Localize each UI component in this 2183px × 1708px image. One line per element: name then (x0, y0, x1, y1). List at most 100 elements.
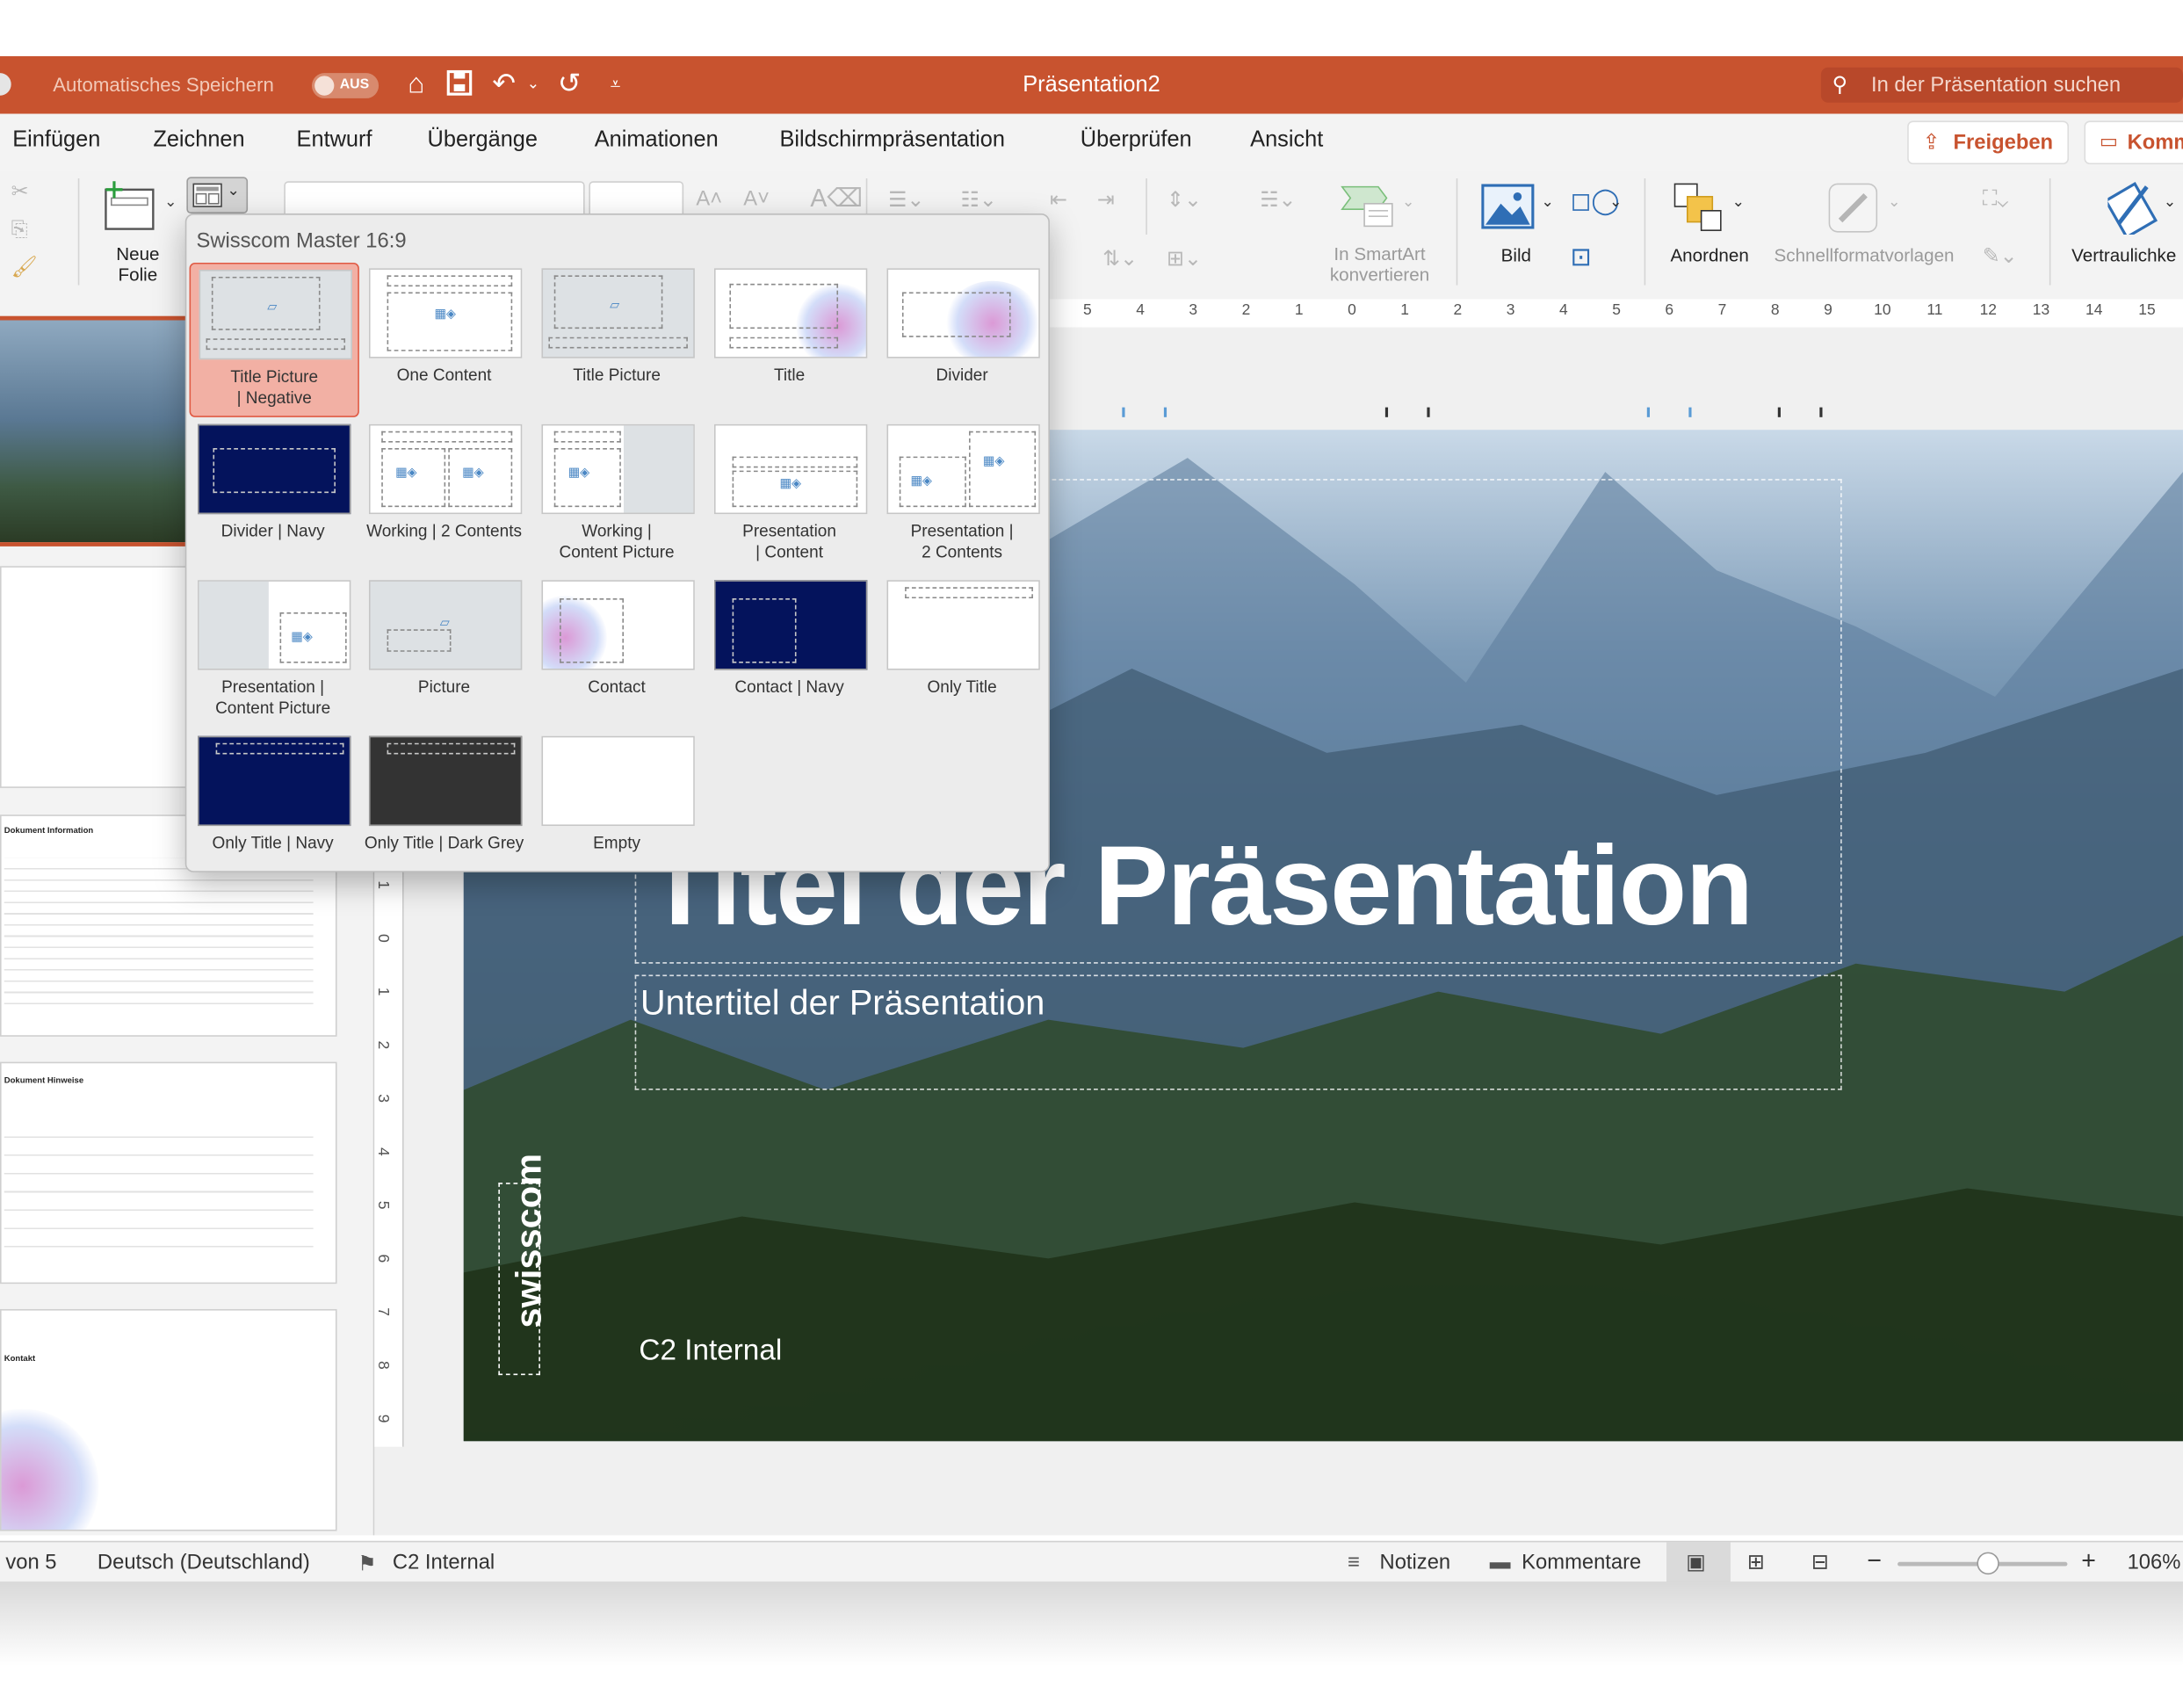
quickstyles-chevron-icon[interactable]: ⌄ (1888, 192, 1901, 211)
decrease-indent-icon[interactable]: ⇤ (1050, 187, 1067, 212)
layout-title-picture-negative[interactable]: ▱ Title Picture | Negative (189, 262, 359, 417)
layout-title-picture[interactable]: ▱ Title Picture (533, 263, 700, 415)
slide-classification[interactable]: C2 Internal (639, 1335, 782, 1368)
horizontal-ruler[interactable]: 5 4 3 2 1 0 1 2 3 4 5 6 7 8 9 10 11 12 1… (1046, 299, 2183, 329)
smartart-chevron-icon[interactable]: ⌄ (1402, 192, 1415, 211)
layout-working-2-contents[interactable]: ▦◈ ▦◈ Working | 2 Contents (360, 418, 527, 570)
line-spacing-icon[interactable]: ⇕⌄ (1167, 187, 1202, 212)
increase-font-icon[interactable]: A˄ (696, 187, 722, 211)
customize-toolbar-icon[interactable]: ⩡ (600, 69, 631, 99)
new-slide-chevron-icon[interactable]: ⌄ (164, 192, 177, 211)
arrange-icon[interactable] (1673, 183, 1726, 234)
layout-presentation-2-contents[interactable]: ▦◈ ▦◈ Presentation | 2 Contents (878, 418, 1045, 570)
autosave-toggle[interactable]: AUS (311, 73, 379, 98)
format-painter-icon[interactable]: 🖌 (11, 254, 38, 279)
tab-entwurf[interactable]: Entwurf (297, 127, 372, 153)
tab-zeichnen[interactable]: Zeichnen (153, 127, 244, 153)
picture-chevron-icon[interactable]: ⌄ (1541, 192, 1554, 211)
numbering-icon[interactable]: ☷⌄ (961, 187, 997, 212)
ruler-tab-marker[interactable] (1163, 407, 1167, 417)
columns-icon[interactable]: ☵⌄ (1260, 187, 1296, 212)
align-text-icon[interactable]: ⊞⌄ (1167, 246, 1202, 271)
search-field[interactable]: ⚲ In der Präsentation suchen (1820, 67, 2183, 103)
picture-icon[interactable] (1481, 184, 1535, 229)
layout-empty[interactable]: Empty (533, 730, 700, 882)
notes-button[interactable]: Notizen (1380, 1551, 1451, 1574)
zoom-level[interactable]: 106% (2128, 1551, 2181, 1574)
bullets-icon[interactable]: ☰⌄ (888, 187, 924, 212)
textbox-icon[interactable]: ⊡ (1571, 243, 1592, 273)
ruler-tab-marker[interactable] (1122, 407, 1125, 417)
layout-working-content-picture[interactable]: ▦◈ Working | Content Picture (533, 418, 700, 570)
vertical-ruler[interactable]: 1 0 1 2 3 4 5 6 7 8 9 (374, 857, 404, 1447)
ruler-tab-marker[interactable] (1646, 407, 1650, 417)
layout-presentation-content[interactable]: ▦◈ Presentation | Content (705, 418, 872, 570)
comments-status-icon[interactable]: ▬ (1490, 1551, 1511, 1574)
undo-icon[interactable]: ↶ (488, 69, 519, 99)
quickstyles-icon[interactable] (1826, 181, 1882, 235)
tab-uebergaenge[interactable]: Übergänge (428, 127, 538, 153)
home-icon[interactable]: ⌂ (401, 69, 431, 99)
shape-fill-icon[interactable]: ⛶⌄ (1983, 187, 2008, 211)
language-indicator[interactable]: Deutsch (Deutschland) (98, 1551, 310, 1574)
tab-ansicht[interactable]: Ansicht (1250, 127, 1323, 153)
decrease-font-icon[interactable]: A˅ (743, 187, 770, 211)
text-direction-icon[interactable]: ⇅⌄ (1102, 246, 1138, 271)
sensitivity-chevron-icon[interactable]: ⌄ (2164, 192, 2177, 211)
ruler-tab-marker[interactable] (1777, 407, 1781, 417)
picture-label[interactable]: Bild (1478, 244, 1554, 265)
zoom-in-icon[interactable]: + (2081, 1546, 2096, 1576)
zoom-out-icon[interactable]: − (1867, 1546, 1882, 1576)
layout-only-title[interactable]: Only Title (878, 575, 1045, 727)
layout-contact-navy[interactable]: Contact | Navy (705, 575, 872, 727)
clear-formatting-icon[interactable]: A⌫ (810, 184, 862, 214)
tab-ueberpruefen[interactable]: Überprüfen (1081, 127, 1192, 153)
presenter-view-button[interactable]: ⊟ (1795, 1542, 1859, 1584)
tab-bildschirmpraesentation[interactable]: Bildschirmpräsentation (779, 127, 1005, 153)
slide-thumbnail-4[interactable]: Dokument Hinweise (0, 1061, 337, 1285)
smartart-label[interactable]: In SmartArt konvertieren (1312, 243, 1448, 286)
layout-title[interactable]: Title (705, 263, 872, 415)
comments-button[interactable]: ▭ Komm (2084, 120, 2183, 165)
arrange-label[interactable]: Anordnen (1662, 244, 1757, 265)
new-slide-icon[interactable] (100, 178, 155, 232)
layout-presentation-content-picture[interactable]: ▦◈ Presentation | Content Picture (190, 575, 357, 727)
arrange-chevron-icon[interactable]: ⌄ (1731, 192, 1745, 211)
comments-status-button[interactable]: Kommentare (1522, 1551, 1641, 1574)
sensitivity-label[interactable]: Vertraulichke (2071, 244, 2183, 265)
ruler-tab-marker[interactable] (1688, 407, 1692, 417)
layout-picture[interactable]: ▱ Picture (360, 575, 527, 727)
slide-sorter-button[interactable]: ⊞ (1731, 1542, 1795, 1584)
sensitivity-icon[interactable] (2104, 181, 2158, 240)
undo-menu-chevron-icon[interactable]: ⌄ (518, 69, 549, 99)
ruler-tab-marker[interactable] (1427, 407, 1430, 417)
slide-thumbnail-5[interactable]: Kontakt (0, 1308, 337, 1531)
sensitivity-status-label[interactable]: C2 Internal (393, 1551, 495, 1574)
layout-only-title-navy[interactable]: Only Title | Navy (190, 730, 357, 882)
window-close-dot[interactable] (0, 73, 11, 96)
normal-view-button[interactable]: ▣ (1666, 1542, 1731, 1585)
layout-only-title-dark-grey[interactable]: Only Title | Dark Grey (360, 730, 527, 882)
quickstyles-label[interactable]: Schnellformatvorlagen (1762, 244, 1965, 265)
zoom-slider-knob[interactable] (1976, 1552, 1999, 1575)
shapes-chevron-icon[interactable]: ⌄ (1609, 192, 1623, 211)
save-icon[interactable] (445, 69, 475, 99)
layout-divider-navy[interactable]: Divider | Navy (190, 418, 357, 570)
tab-animationen[interactable]: Animationen (595, 127, 719, 153)
slide-subtitle[interactable]: Untertitel der Präsentation (640, 983, 1045, 1024)
smartart-icon[interactable] (1340, 181, 1395, 228)
copy-icon[interactable]: ⎘ (11, 218, 28, 242)
notes-icon[interactable]: ≡ (1348, 1551, 1360, 1574)
cut-icon[interactable]: ✂ (11, 178, 29, 204)
layout-one-content[interactable]: ▦◈ One Content (360, 263, 527, 415)
new-slide-label[interactable]: Neue Folie (98, 243, 178, 286)
shape-outline-icon[interactable]: ✎⌄ (1983, 243, 2018, 268)
share-button[interactable]: ⇪ Freigeben (1907, 120, 2070, 165)
ruler-tab-marker[interactable] (1384, 407, 1389, 417)
redo-icon[interactable]: ↺ (554, 69, 585, 99)
increase-indent-icon[interactable]: ⇥ (1097, 187, 1115, 212)
layout-divider[interactable]: Divider (878, 263, 1045, 415)
layout-button[interactable]: ⌄ (186, 177, 249, 214)
sensitivity-status-icon[interactable]: ⚑ (358, 1551, 376, 1576)
layout-contact[interactable]: Contact (533, 575, 700, 727)
